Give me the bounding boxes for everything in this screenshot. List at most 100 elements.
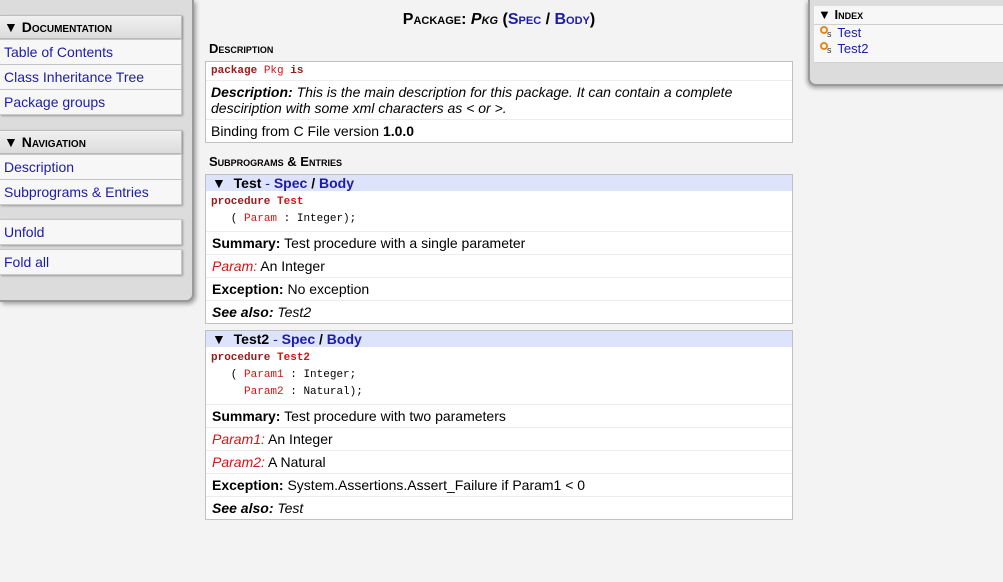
- code-keyword: procedure: [211, 196, 271, 208]
- code-keyword: package: [211, 65, 258, 77]
- description-text-row: Description: This is the main descriptio…: [206, 81, 792, 120]
- index-entry-test[interactable]: s Test: [814, 25, 1003, 41]
- sidebar-item-class-inheritance-tree[interactable]: Class Inheritance Tree: [0, 65, 182, 90]
- see-also-row: See also: Test2: [206, 301, 792, 323]
- description-label: Description:: [211, 84, 293, 100]
- summary-label: Summary:: [212, 235, 281, 251]
- see-also-label: See also:: [212, 500, 274, 516]
- documentation-section: ▼ Documentation Table of Contents Class …: [0, 15, 182, 115]
- navigation-header[interactable]: ▼ Navigation: [0, 130, 182, 154]
- sidebar: ▼ Documentation Table of Contents Class …: [0, 0, 194, 302]
- exception-row: Exception: System.Assertions.Assert_Fail…: [206, 474, 792, 497]
- see-also-text: Test: [277, 500, 304, 516]
- package-groups-link[interactable]: Package groups: [4, 94, 105, 110]
- code-identifier: Test2: [277, 352, 311, 364]
- summary-row: Summary: Test procedure with two paramet…: [206, 405, 792, 428]
- collapse-triangle-icon: ▼: [4, 19, 18, 35]
- fold-all-link[interactable]: Fold all: [4, 254, 49, 270]
- code-param: Param: [244, 213, 278, 225]
- binding-text: Binding from C File version: [211, 123, 380, 139]
- subprogram-entry-test2: ▼ Test2 - Spec / Body procedure Test2 ( …: [205, 330, 793, 520]
- param-text: An Integer: [260, 258, 325, 274]
- code-type: Integer);: [296, 213, 357, 225]
- code-param: Param2: [244, 386, 284, 398]
- subprogram-icon: s: [820, 42, 834, 55]
- collapse-triangle-icon: ▼: [818, 7, 831, 22]
- main-content: Package: Pkg (Spec / Body) Description p…: [205, 0, 793, 520]
- exception-label: Exception:: [212, 477, 284, 493]
- unfold-link[interactable]: Unfold: [4, 224, 44, 240]
- subprogram-icon: s: [820, 26, 834, 39]
- entry-name: Test: [233, 175, 262, 191]
- exception-text: System.Assertions.Assert_Failure if Para…: [287, 477, 586, 493]
- index-header[interactable]: ▼ Index: [814, 6, 1003, 25]
- title-spec-link[interactable]: Spec: [508, 11, 541, 28]
- sidebar-item-table-of-contents[interactable]: Table of Contents: [0, 39, 182, 65]
- navigation-title: Navigation: [21, 134, 86, 150]
- description-box: package Pkg is Description: This is the …: [205, 61, 793, 143]
- entry-name: Test2: [233, 331, 270, 347]
- summary-row: Summary: Test procedure with a single pa…: [206, 232, 792, 255]
- see-also-label: See also:: [212, 304, 274, 320]
- index-panel: ▼ Index s Test s Test2: [808, 0, 1003, 86]
- code-type: Natural);: [303, 386, 363, 398]
- unfold-button[interactable]: Unfold: [0, 219, 182, 245]
- index-entry-test2[interactable]: s Test2: [814, 41, 1003, 57]
- description-link[interactable]: Description: [4, 159, 74, 175]
- collapse-triangle-icon: ▼: [212, 331, 226, 347]
- param-doc-row: Param: An Integer: [206, 255, 792, 278]
- table-of-contents-link[interactable]: Table of Contents: [4, 44, 113, 60]
- code-keyword: procedure: [211, 352, 271, 364]
- code-keyword: is: [290, 65, 304, 77]
- sidebar-item-package-groups[interactable]: Package groups: [0, 90, 182, 115]
- summary-label: Summary:: [212, 408, 281, 424]
- summary-text: Test procedure with a single parameter: [284, 235, 526, 251]
- fold-all-block: Fold all: [0, 249, 182, 275]
- class-inheritance-tree-link[interactable]: Class Inheritance Tree: [4, 69, 144, 85]
- subprograms-heading: Subprograms & Entries: [209, 154, 342, 169]
- exception-label: Exception:: [212, 281, 284, 297]
- entry-code: procedure Test ( Param : Integer);: [206, 191, 792, 232]
- documentation-header[interactable]: ▼ Documentation: [0, 15, 182, 39]
- documentation-title: Documentation: [21, 19, 113, 35]
- title-prefix: Package:: [402, 11, 467, 28]
- collapse-triangle-icon: ▼: [212, 175, 226, 191]
- navigation-section: ▼ Navigation Description Subprograms & E…: [0, 130, 182, 205]
- binding-version: 1.0.0: [382, 123, 415, 139]
- sidebar-item-subprograms[interactable]: Subprograms & Entries: [0, 180, 182, 205]
- title-body-link[interactable]: Body: [554, 11, 589, 28]
- code-identifier: Test: [277, 196, 304, 208]
- entry-body-link[interactable]: Body: [319, 175, 354, 191]
- binding-row: Binding from C File version 1.0.0: [206, 120, 792, 142]
- exception-text: No exception: [287, 281, 370, 297]
- index-inner: ▼ Index s Test s Test2: [814, 6, 1003, 63]
- param-name: Param:: [212, 258, 258, 274]
- entry-body-link[interactable]: Body: [327, 331, 362, 347]
- code-type: Integer;: [303, 369, 357, 381]
- entry-header[interactable]: ▼ Test2 - Spec / Body: [206, 331, 792, 347]
- param-text: A Natural: [268, 454, 326, 470]
- package-name: Pkg: [470, 11, 499, 28]
- index-link-test2[interactable]: Test2: [837, 41, 868, 56]
- see-also-row: See also: Test: [206, 497, 792, 519]
- page-title: Package: Pkg (Spec / Body): [402, 11, 596, 28]
- sidebar-item-description[interactable]: Description: [0, 154, 182, 180]
- index-link-test[interactable]: Test: [837, 25, 861, 40]
- entry-spec-link[interactable]: Spec: [274, 175, 307, 191]
- entry-spec-link[interactable]: Spec: [282, 331, 315, 347]
- description-heading: Description: [209, 41, 274, 56]
- package-declaration: package Pkg is: [206, 62, 792, 81]
- exception-row: Exception: No exception: [206, 278, 792, 301]
- unfold-block: Unfold: [0, 219, 182, 245]
- subprogram-entry-test: ▼ Test - Spec / Body procedure Test ( Pa…: [205, 174, 793, 324]
- param-doc-row: Param1: An Integer: [206, 428, 792, 451]
- see-also-text: Test2: [277, 304, 312, 320]
- entry-code: procedure Test2 ( Param1 : Integer; Para…: [206, 347, 792, 405]
- entry-header[interactable]: ▼ Test - Spec / Body: [206, 175, 792, 191]
- code-identifier: Pkg: [263, 65, 284, 77]
- param-text: An Integer: [268, 431, 333, 447]
- subprograms-link[interactable]: Subprograms & Entries: [4, 184, 149, 200]
- fold-all-button[interactable]: Fold all: [0, 249, 182, 275]
- param-doc-row: Param2: A Natural: [206, 451, 792, 474]
- param-name: Param1:: [212, 431, 265, 447]
